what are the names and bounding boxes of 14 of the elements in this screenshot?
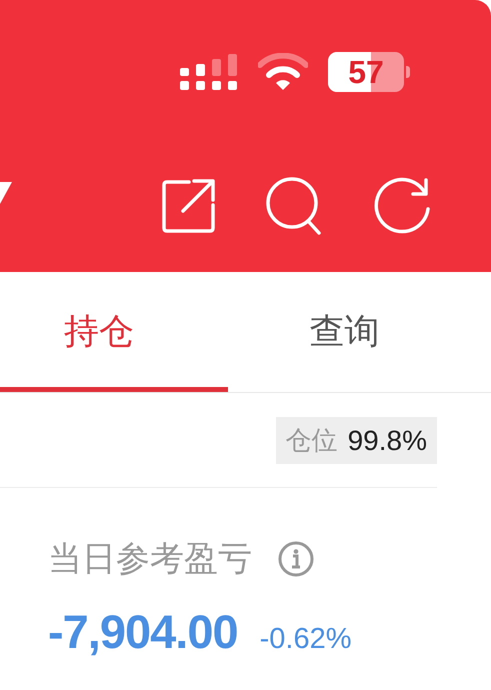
position-value: 99.8% [348, 424, 427, 456]
wifi-icon [258, 53, 308, 91]
share-icon[interactable] [161, 178, 217, 234]
tab[interactable]: 查询 [228, 272, 491, 392]
daily-pnl-label: 当日参考盈亏 [48, 538, 252, 581]
daily-pnl-percent: -0.62% [260, 623, 352, 656]
position-label: 仓位 [286, 425, 338, 458]
refresh-icon[interactable] [373, 177, 431, 235]
caret-icon[interactable] [0, 182, 12, 206]
daily-pnl-amount: -7,904.00 [48, 604, 238, 659]
info-icon[interactable] [278, 541, 314, 577]
signal-icon [180, 54, 238, 90]
tab[interactable]: 持仓 [0, 272, 228, 392]
battery-percentage: 57 [348, 54, 384, 90]
